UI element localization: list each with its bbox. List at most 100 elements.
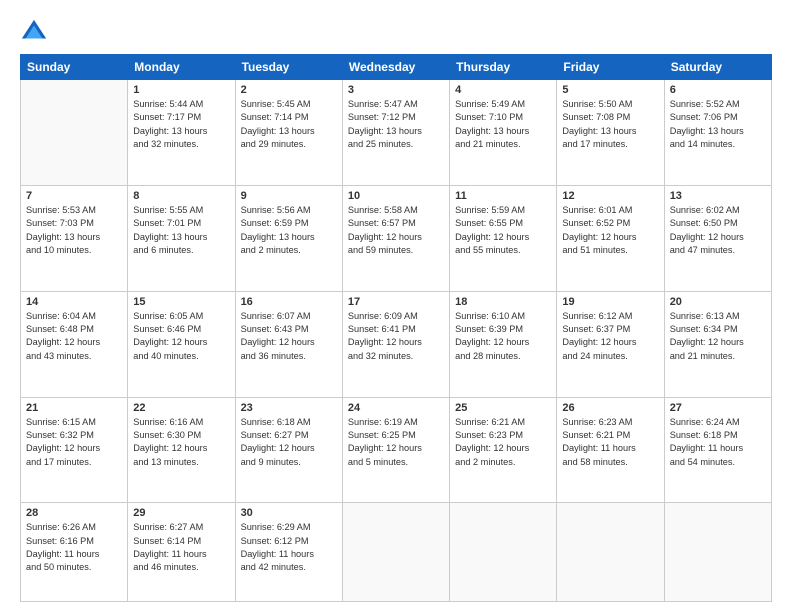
calendar-cell: 5 Sunrise: 5:50 AMSunset: 7:08 PMDaylight… xyxy=(557,80,664,186)
calendar-cell: 16 Sunrise: 6:07 AMSunset: 6:43 PMDayligh… xyxy=(235,291,342,397)
day-info: Sunrise: 6:26 AMSunset: 6:16 PMDaylight:… xyxy=(26,521,122,574)
day-info: Sunrise: 5:56 AMSunset: 6:59 PMDaylight:… xyxy=(241,204,337,257)
calendar-cell: 14 Sunrise: 6:04 AMSunset: 6:48 PMDayligh… xyxy=(21,291,128,397)
calendar-cell: 4 Sunrise: 5:49 AMSunset: 7:10 PMDaylight… xyxy=(450,80,557,186)
calendar-cell: 12 Sunrise: 6:01 AMSunset: 6:52 PMDayligh… xyxy=(557,185,664,291)
day-number: 10 xyxy=(348,190,444,202)
day-number: 1 xyxy=(133,84,229,96)
calendar-cell: 30 Sunrise: 6:29 AMSunset: 6:12 PMDayligh… xyxy=(235,503,342,602)
day-number: 19 xyxy=(562,296,658,308)
calendar-cell xyxy=(557,503,664,602)
day-number: 7 xyxy=(26,190,122,202)
calendar-cell: 25Sunrise: 6:21 AMSunset: 6:23 PMDayligh… xyxy=(450,397,557,503)
header xyxy=(20,18,772,46)
day-info: Sunrise: 6:16 AMSunset: 6:30 PMDaylight:… xyxy=(133,416,229,469)
day-info: Sunrise: 6:07 AMSunset: 6:43 PMDaylight:… xyxy=(241,310,337,363)
calendar-cell: 2 Sunrise: 5:45 AMSunset: 7:14 PMDaylight… xyxy=(235,80,342,186)
calendar-cell xyxy=(21,80,128,186)
day-info: Sunrise: 5:49 AMSunset: 7:10 PMDaylight:… xyxy=(455,98,551,151)
page: SundayMondayTuesdayWednesdayThursdayFrid… xyxy=(0,0,792,612)
day-info: Sunrise: 5:59 AMSunset: 6:55 PMDaylight:… xyxy=(455,204,551,257)
day-number: 24 xyxy=(348,402,444,414)
day-info: Sunrise: 5:50 AMSunset: 7:08 PMDaylight:… xyxy=(562,98,658,151)
day-number: 12 xyxy=(562,190,658,202)
day-number: 16 xyxy=(241,296,337,308)
day-info: Sunrise: 5:53 AMSunset: 7:03 PMDaylight:… xyxy=(26,204,122,257)
day-info: Sunrise: 6:24 AMSunset: 6:18 PMDaylight:… xyxy=(670,416,766,469)
day-number: 2 xyxy=(241,84,337,96)
calendar-cell xyxy=(342,503,449,602)
calendar-cell xyxy=(450,503,557,602)
day-number: 4 xyxy=(455,84,551,96)
calendar-cell: 20 Sunrise: 6:13 AMSunset: 6:34 PMDayligh… xyxy=(664,291,771,397)
header-day-tuesday: Tuesday xyxy=(235,55,342,80)
day-number: 15 xyxy=(133,296,229,308)
day-info: Sunrise: 6:09 AMSunset: 6:41 PMDaylight:… xyxy=(348,310,444,363)
day-info: Sunrise: 6:18 AMSunset: 6:27 PMDaylight:… xyxy=(241,416,337,469)
calendar-cell: 1Sunrise: 5:44 AMSunset: 7:17 PMDaylight… xyxy=(128,80,235,186)
day-info: Sunrise: 6:23 AMSunset: 6:21 PMDaylight:… xyxy=(562,416,658,469)
day-info: Sunrise: 6:21 AMSunset: 6:23 PMDaylight:… xyxy=(455,416,551,469)
calendar-table: SundayMondayTuesdayWednesdayThursdayFrid… xyxy=(20,54,772,602)
calendar-cell: 28 Sunrise: 6:26 AMSunset: 6:16 PMDayligh… xyxy=(21,503,128,602)
calendar-cell: 21Sunrise: 6:15 AMSunset: 6:32 PMDayligh… xyxy=(21,397,128,503)
calendar-cell: 27 Sunrise: 6:24 AMSunset: 6:18 PMDayligh… xyxy=(664,397,771,503)
header-day-friday: Friday xyxy=(557,55,664,80)
day-number: 13 xyxy=(670,190,766,202)
header-day-thursday: Thursday xyxy=(450,55,557,80)
day-info: Sunrise: 6:04 AMSunset: 6:48 PMDaylight:… xyxy=(26,310,122,363)
week-row-1: 1Sunrise: 5:44 AMSunset: 7:17 PMDaylight… xyxy=(21,80,772,186)
calendar-cell: 15Sunrise: 6:05 AMSunset: 6:46 PMDayligh… xyxy=(128,291,235,397)
day-info: Sunrise: 6:27 AMSunset: 6:14 PMDaylight:… xyxy=(133,521,229,574)
calendar-cell: 3Sunrise: 5:47 AMSunset: 7:12 PMDaylight… xyxy=(342,80,449,186)
day-number: 5 xyxy=(562,84,658,96)
header-row: SundayMondayTuesdayWednesdayThursdayFrid… xyxy=(21,55,772,80)
day-info: Sunrise: 6:12 AMSunset: 6:37 PMDaylight:… xyxy=(562,310,658,363)
day-number: 8 xyxy=(133,190,229,202)
day-number: 26 xyxy=(562,402,658,414)
calendar-cell xyxy=(664,503,771,602)
logo-icon xyxy=(20,18,48,46)
day-info: Sunrise: 6:15 AMSunset: 6:32 PMDaylight:… xyxy=(26,416,122,469)
calendar-cell: 17 Sunrise: 6:09 AMSunset: 6:41 PMDayligh… xyxy=(342,291,449,397)
day-number: 20 xyxy=(670,296,766,308)
calendar-cell: 24Sunrise: 6:19 AMSunset: 6:25 PMDayligh… xyxy=(342,397,449,503)
calendar-cell: 9 Sunrise: 5:56 AMSunset: 6:59 PMDaylight… xyxy=(235,185,342,291)
day-number: 3 xyxy=(348,84,444,96)
week-row-5: 28 Sunrise: 6:26 AMSunset: 6:16 PMDayligh… xyxy=(21,503,772,602)
day-info: Sunrise: 6:10 AMSunset: 6:39 PMDaylight:… xyxy=(455,310,551,363)
day-number: 9 xyxy=(241,190,337,202)
day-number: 27 xyxy=(670,402,766,414)
day-number: 28 xyxy=(26,507,122,519)
day-info: Sunrise: 6:29 AMSunset: 6:12 PMDaylight:… xyxy=(241,521,337,574)
header-day-sunday: Sunday xyxy=(21,55,128,80)
calendar-cell: 19 Sunrise: 6:12 AMSunset: 6:37 PMDayligh… xyxy=(557,291,664,397)
calendar-cell: 26 Sunrise: 6:23 AMSunset: 6:21 PMDayligh… xyxy=(557,397,664,503)
calendar-header: SundayMondayTuesdayWednesdayThursdayFrid… xyxy=(21,55,772,80)
day-number: 14 xyxy=(26,296,122,308)
day-number: 11 xyxy=(455,190,551,202)
calendar-cell: 11 Sunrise: 5:59 AMSunset: 6:55 PMDayligh… xyxy=(450,185,557,291)
calendar-cell: 8 Sunrise: 5:55 AMSunset: 7:01 PMDaylight… xyxy=(128,185,235,291)
calendar-cell: 7 Sunrise: 5:53 AMSunset: 7:03 PMDaylight… xyxy=(21,185,128,291)
calendar-cell: 13Sunrise: 6:02 AMSunset: 6:50 PMDayligh… xyxy=(664,185,771,291)
day-number: 30 xyxy=(241,507,337,519)
header-day-monday: Monday xyxy=(128,55,235,80)
day-info: Sunrise: 5:58 AMSunset: 6:57 PMDaylight:… xyxy=(348,204,444,257)
day-number: 6 xyxy=(670,84,766,96)
day-number: 17 xyxy=(348,296,444,308)
week-row-2: 7 Sunrise: 5:53 AMSunset: 7:03 PMDaylight… xyxy=(21,185,772,291)
day-info: Sunrise: 6:01 AMSunset: 6:52 PMDaylight:… xyxy=(562,204,658,257)
calendar-body: 1Sunrise: 5:44 AMSunset: 7:17 PMDaylight… xyxy=(21,80,772,602)
day-info: Sunrise: 5:45 AMSunset: 7:14 PMDaylight:… xyxy=(241,98,337,151)
day-info: Sunrise: 5:52 AMSunset: 7:06 PMDaylight:… xyxy=(670,98,766,151)
calendar-cell: 10 Sunrise: 5:58 AMSunset: 6:57 PMDayligh… xyxy=(342,185,449,291)
day-number: 18 xyxy=(455,296,551,308)
logo xyxy=(20,18,52,46)
day-info: Sunrise: 5:55 AMSunset: 7:01 PMDaylight:… xyxy=(133,204,229,257)
week-row-4: 21Sunrise: 6:15 AMSunset: 6:32 PMDayligh… xyxy=(21,397,772,503)
day-info: Sunrise: 6:13 AMSunset: 6:34 PMDaylight:… xyxy=(670,310,766,363)
header-day-saturday: Saturday xyxy=(664,55,771,80)
calendar-cell: 18 Sunrise: 6:10 AMSunset: 6:39 PMDayligh… xyxy=(450,291,557,397)
day-number: 22 xyxy=(133,402,229,414)
